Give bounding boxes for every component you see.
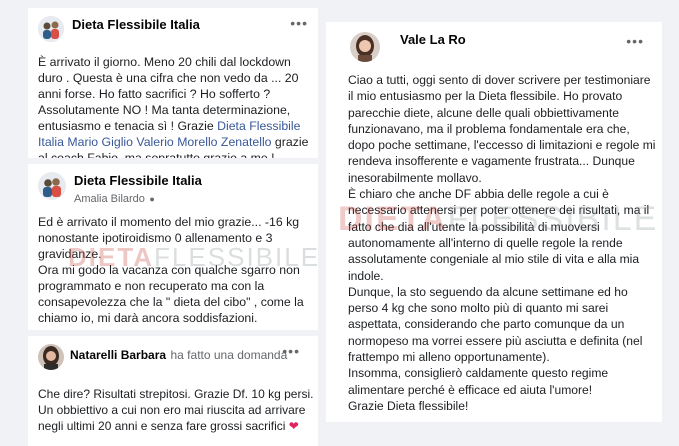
page-avatar[interactable] [38, 16, 64, 42]
more-options-icon[interactable]: ••• [626, 34, 644, 48]
user-avatar[interactable] [350, 32, 380, 62]
post-text: È arrivato il giorno. Meno 20 chili dal … [38, 54, 314, 158]
post-action: ha fatto una domanda [170, 348, 288, 362]
post-card-4: Vale La Ro ••• Ciao a tutti, oggi sento … [326, 22, 662, 422]
more-options-icon[interactable]: ••• [290, 16, 308, 30]
post-paragraph: È chiaro che anche DF abbia delle regole… [348, 187, 650, 283]
post-author[interactable]: Natarelli Barbara [70, 348, 166, 362]
sub-author-row: Amalia Bilardo ● [74, 189, 155, 207]
red-heart-icon: ❤ [288, 419, 299, 433]
post-card-1: Dieta Flessibile Italia ••• È arrivato i… [28, 8, 318, 158]
post-header: Natarelli Barbara ha fatto una domanda [70, 346, 287, 364]
globe-icon: ● [149, 194, 155, 204]
post-text: Ciao a tutti, oggi sento di dover scrive… [348, 72, 658, 414]
post-author[interactable]: Vale La Ro [400, 32, 466, 47]
post-card-2: Dieta Flessibile Italia Amalia Bilardo ●… [28, 164, 318, 330]
post-paragraph: Dunque, la sto seguendo da alcune settim… [348, 284, 643, 365]
user-photo-icon [38, 344, 64, 370]
user-photo-icon [350, 32, 380, 62]
post-paragraph: Insomma, consiglierò caldamente questo r… [348, 366, 609, 397]
post-text-body: Che dire? Risultati strepitosi. Grazie D… [38, 387, 314, 433]
post-paragraph: Ciao a tutti, oggi sento di dover scrive… [348, 73, 656, 185]
more-options-icon[interactable]: ••• [282, 344, 300, 358]
post-paragraph: Grazie Dieta flessibile! [348, 398, 469, 413]
page-avatar[interactable] [38, 172, 66, 200]
post-text: Ed è arrivato il momento del mio grazie.… [38, 215, 304, 325]
post-card-3: Natarelli Barbara ha fatto una domanda •… [28, 336, 318, 446]
user-avatar[interactable] [38, 344, 64, 370]
sub-author-name[interactable]: Amalia Bilardo [74, 193, 145, 205]
group-photo-icon [38, 16, 64, 42]
post-text: Che dire? Risultati strepitosi. Grazie D… [38, 386, 314, 434]
group-photo-icon [38, 172, 66, 200]
post-author[interactable]: Dieta Flessibile Italia [72, 17, 200, 32]
post-author[interactable]: Dieta Flessibile Italia [74, 173, 202, 188]
